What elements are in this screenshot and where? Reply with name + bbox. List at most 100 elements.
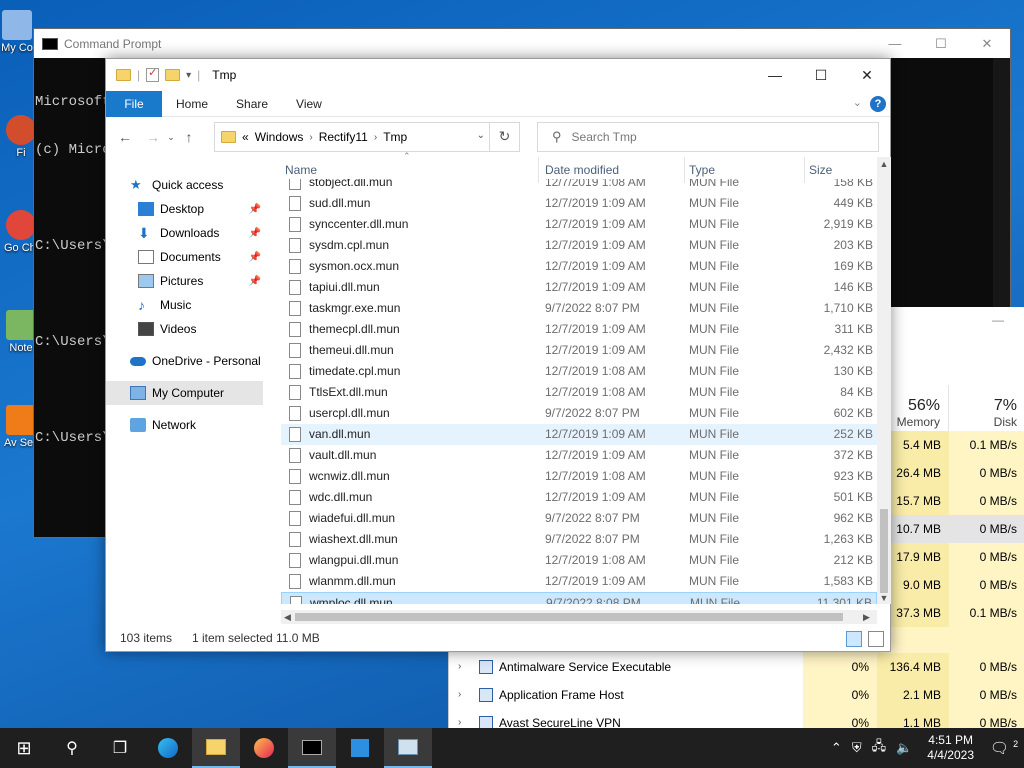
start-button[interactable]: ⊞ [0, 728, 48, 768]
scrollbar-thumb[interactable] [295, 613, 843, 621]
taskbar-edge[interactable] [144, 728, 192, 768]
file-row[interactable]: themeui.dll.mun 12/7/2019 1:09 AM MUN File… [281, 340, 877, 361]
file-row[interactable]: sud.dll.mun 12/7/2019 1:09 AM MUN File 449 … [281, 193, 877, 214]
clock[interactable]: 4:51 PM 4/4/2023 [927, 733, 974, 763]
file-row[interactable]: themecpl.dll.mun 12/7/2019 1:09 AM MUN Fil… [281, 319, 877, 340]
file-row[interactable]: wiadefui.dll.mun 9/7/2022 8:07 PM MUN File… [281, 508, 877, 529]
nav-downloads[interactable]: ⬇ Downloads 📌 [106, 221, 263, 245]
breadcrumb-item[interactable]: Rectify11 [319, 130, 368, 144]
customize-quick-access-icon[interactable]: ▾ [186, 70, 191, 81]
file-row[interactable]: wmploc.dll.mun 9/7/2022 8:08 PM MUN File 11… [281, 592, 877, 604]
scroll-down-icon[interactable]: ▼ [877, 593, 891, 603]
taskbar-command-prompt[interactable] [288, 728, 336, 768]
expand-chevron-icon[interactable]: › [458, 653, 461, 681]
minimize-icon[interactable]: — [872, 36, 918, 52]
recent-locations-icon[interactable]: ⌄ [164, 132, 178, 143]
pin-icon[interactable]: 📌 [249, 204, 261, 215]
taskbar-firefox[interactable] [240, 728, 288, 768]
file-row[interactable]: wlanmm.dll.mun 12/7/2019 1:09 AM MUN File 1… [281, 571, 877, 592]
nav-videos[interactable]: Videos [106, 317, 263, 341]
cmd-titlebar[interactable]: Command Prompt — ☐ ✕ [34, 29, 1010, 58]
notification-center-button[interactable]: 🗨 2 [984, 739, 1024, 757]
chevron-down-icon[interactable]: ⌄ [477, 130, 485, 141]
breadcrumb-item[interactable]: Windows [255, 130, 304, 144]
file-row[interactable]: wdc.dll.mun 12/7/2019 1:09 AM MUN File 501 … [281, 487, 877, 508]
file-row[interactable]: vault.dll.mun 12/7/2019 1:09 AM MUN File 37… [281, 445, 877, 466]
close-icon[interactable]: ✕ [844, 59, 890, 91]
desktop-icon-my-computer[interactable]: My Co [0, 10, 34, 54]
defender-icon[interactable]: ⛨ [852, 740, 862, 756]
address-bar[interactable]: « Windows › Rectify11 › Tmp ⌄ ↻ [214, 122, 520, 152]
forward-arrow-icon[interactable]: → [142, 129, 164, 145]
file-row[interactable]: TtlsExt.dll.mun 12/7/2019 1:08 AM MUN File… [281, 382, 877, 403]
chevron-right-icon[interactable]: › [309, 132, 312, 143]
pin-icon[interactable]: 📌 [249, 252, 261, 263]
process-row[interactable]: › Antimalware Service Executable 0% 136.4 M… [449, 653, 1024, 681]
vertical-scrollbar[interactable]: ▲ ▼ [877, 157, 891, 604]
expand-ribbon-icon[interactable]: ⌄ [853, 96, 862, 109]
file-row[interactable]: sysmon.ocx.mun 12/7/2019 1:09 AM MUN File 1… [281, 256, 877, 277]
chevron-right-icon[interactable]: › [374, 132, 377, 143]
file-row[interactable]: taskmgr.exe.mun 9/7/2022 8:07 PM MUN File 1… [281, 298, 877, 319]
maximize-icon[interactable]: ☐ [798, 59, 844, 91]
file-row[interactable]: stobject.dll.mun 12/7/2019 1:08 AM MUN Fil… [281, 179, 877, 193]
nav-pictures[interactable]: Pictures 📌 [106, 269, 263, 293]
nav-my-computer[interactable]: My Computer [106, 381, 263, 405]
up-arrow-icon[interactable]: ↑ [178, 129, 200, 145]
breadcrumb-item[interactable]: Tmp [383, 130, 407, 144]
scroll-left-icon[interactable]: ◀ [284, 610, 291, 624]
search-input[interactable]: ⚲ Search Tmp [537, 122, 879, 152]
nav-quick-access[interactable]: ★ Quick access [106, 173, 263, 197]
minimize-icon[interactable]: — [752, 59, 798, 91]
process-row[interactable]: › Application Frame Host 0% 2.1 MB 0 MB/s [449, 681, 1024, 709]
file-row[interactable]: wiashext.dll.mun 9/7/2022 8:07 PM MUN File… [281, 529, 877, 550]
back-arrow-icon[interactable]: ← [114, 129, 136, 145]
tab-share[interactable]: Share [222, 91, 282, 117]
close-icon[interactable]: ✕ [964, 36, 1010, 52]
file-row[interactable]: van.dll.mun 12/7/2019 1:09 AM MUN File 252 … [281, 424, 877, 445]
expand-chevron-icon[interactable]: › [458, 681, 461, 709]
new-folder-icon[interactable] [165, 69, 181, 81]
file-row[interactable]: sysdm.cpl.mun 12/7/2019 1:09 AM MUN File 20… [281, 235, 877, 256]
nav-documents[interactable]: Documents 📌 [106, 245, 263, 269]
nav-label: Music [160, 298, 192, 312]
nav-desktop[interactable]: Desktop 📌 [106, 197, 263, 221]
search-button[interactable]: ⚲ [48, 728, 96, 768]
tab-view[interactable]: View [282, 91, 336, 117]
file-explorer-window[interactable]: | ▾ | Tmp — ☐ ✕ File Home Share View ⌄ ?… [105, 58, 891, 652]
scroll-up-icon[interactable]: ▲ [877, 159, 891, 169]
horizontal-scrollbar[interactable]: ◀ ▶ [281, 610, 877, 624]
refresh-icon[interactable]: ↻ [489, 122, 519, 152]
nav-onedrive[interactable]: OneDrive - Personal [106, 349, 263, 373]
taskbar-file-explorer[interactable] [192, 728, 240, 768]
help-icon[interactable]: ? [870, 96, 886, 112]
pin-icon[interactable]: 📌 [249, 276, 261, 287]
chevron-up-icon[interactable]: ⌃ [831, 740, 842, 756]
taskbar-windows-app[interactable] [336, 728, 384, 768]
properties-icon[interactable] [146, 66, 160, 82]
task-view-button[interactable]: ❐ [96, 728, 144, 768]
tab-file[interactable]: File [106, 90, 162, 117]
nav-network[interactable]: Network [106, 413, 263, 437]
nav-music[interactable]: ♪ Music [106, 293, 263, 317]
taskbar-task-manager[interactable] [384, 728, 432, 768]
file-row[interactable]: tapiui.dll.mun 12/7/2019 1:09 AM MUN File 1… [281, 277, 877, 298]
file-row[interactable]: wlangpui.dll.mun 12/7/2019 1:08 AM MUN Fil… [281, 550, 877, 571]
file-row[interactable]: wcnwiz.dll.mun 12/7/2019 1:08 AM MUN File 9… [281, 466, 877, 487]
pin-icon[interactable]: 📌 [249, 228, 261, 239]
network-icon[interactable]: 🖧 [872, 737, 887, 759]
scroll-right-icon[interactable]: ▶ [863, 610, 870, 624]
maximize-icon[interactable]: ☐ [918, 36, 964, 52]
details-view-icon[interactable] [846, 631, 862, 647]
minimize-icon[interactable]: — [992, 313, 1004, 327]
file-row[interactable]: synccenter.dll.mun 12/7/2019 1:09 AM MUN F… [281, 214, 877, 235]
scrollbar-thumb[interactable] [880, 509, 888, 593]
tab-home[interactable]: Home [162, 91, 222, 117]
breadcrumb-overflow[interactable]: « [242, 130, 249, 144]
explorer-titlebar[interactable]: | ▾ | Tmp — ☐ ✕ [106, 59, 890, 91]
file-row[interactable]: usercpl.dll.mun 9/7/2022 8:07 PM MUN File 6… [281, 403, 877, 424]
volume-icon[interactable]: 🔈 [896, 740, 912, 756]
file-row[interactable]: timedate.cpl.mun 12/7/2019 1:08 AM MUN Fil… [281, 361, 877, 382]
large-icons-view-icon[interactable] [868, 631, 884, 647]
file-list-pane[interactable]: ⌃ Name Date modified Type Size stobject.… [281, 151, 891, 627]
